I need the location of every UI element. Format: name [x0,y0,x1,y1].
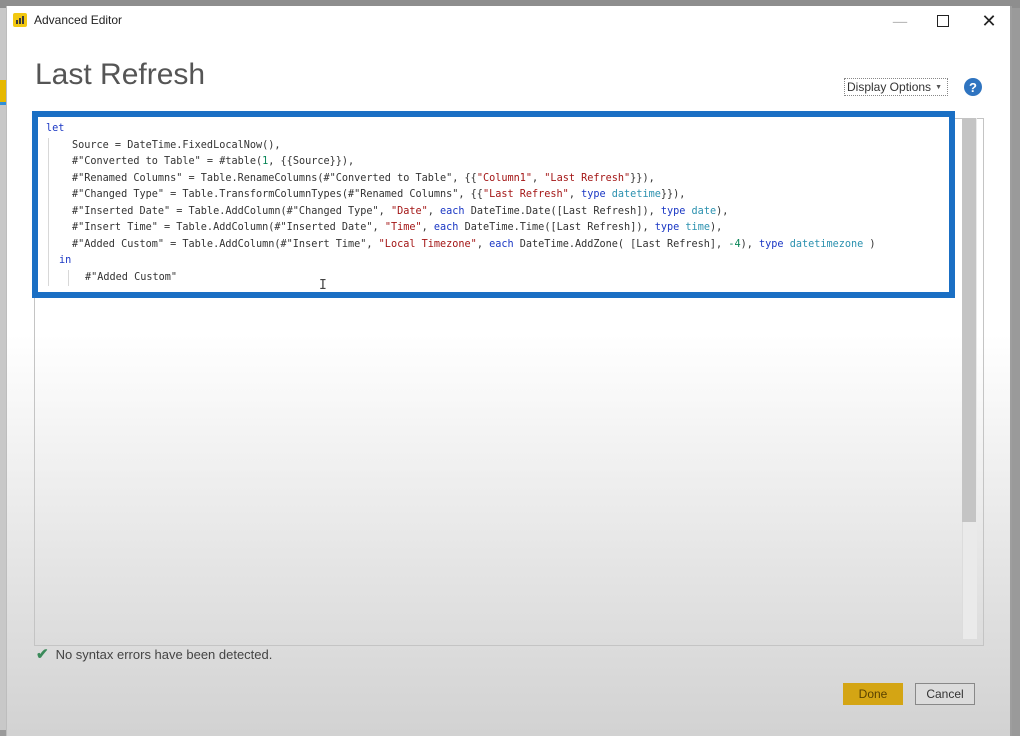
code-token: #"Converted to Table" = #table( [72,156,263,167]
indent-guide [48,236,49,253]
code-token: #"Added Custom" = Table.AddColumn(#"Inse… [72,238,379,250]
code-token: ), [716,205,729,217]
close-icon: ✕ [981,10,997,32]
code-token: type [581,189,606,200]
checkmark-icon: ✔ [36,646,49,663]
maximize-button[interactable] [928,10,958,32]
text-cursor-icon: I [319,278,327,293]
code-token: "Date" [390,205,428,217]
window-title: Advanced Editor [34,13,123,27]
code-token: #"Inserted Date" = Table.AddColumn(#"Cha… [72,205,391,217]
indent-guide [48,187,49,204]
close-button[interactable]: ✕ [974,10,1004,32]
title-bar: Advanced Editor — ✕ [7,6,1010,36]
code-token: #"Added Custom" [85,271,178,283]
code-token: ) [863,238,876,250]
code-line[interactable]: let [46,121,876,138]
code-token: in [59,255,72,266]
display-options-dropdown[interactable]: Display Options ▼ [844,78,948,96]
power-bi-icon [13,13,27,27]
editor-scrollbar-thumb[interactable] [962,118,976,522]
code-line[interactable]: in [46,253,876,270]
code-token: type [759,238,784,250]
code-token: DateTime.Date([Last Refresh]), [464,205,661,217]
code-token: }}), [630,172,655,184]
code-token: ), [709,222,723,233]
code-token: "Local Timezone" [378,238,477,250]
indent-guide [48,137,49,154]
indent-guide [48,253,49,270]
code-token: Source = DateTime.FixedLocalNow(), [72,139,281,151]
indent-guide [48,154,49,171]
code-token: each [433,222,459,233]
code-token: , {{Source}}), [268,156,355,167]
code-token: type [660,205,686,217]
code-token: }}), [660,189,686,200]
code-token: datetimezone [789,238,864,250]
code-token: "Column1" [476,172,533,184]
code-token: "Time" [384,222,422,233]
code-content[interactable]: let Source = DateTime.FixedLocalNow(), #"C… [46,121,876,286]
syntax-status: ✔ No syntax errors have been detected. [36,645,272,663]
display-options-label: Display Options [847,80,932,94]
code-token: #"Changed Type" = Table.TransformColumnT… [72,189,483,200]
code-line[interactable]: #"Renamed Columns" = Table.RenameColumns… [46,170,876,187]
code-token: ), [740,238,759,250]
cancel-button[interactable]: Cancel [915,683,975,705]
code-token: "Last Refresh" [482,189,569,200]
code-line[interactable]: #"Added Custom" [46,269,876,286]
indent-guide [48,220,49,237]
code-line[interactable]: Source = DateTime.FixedLocalNow(), [46,137,876,154]
code-token: each [440,205,465,217]
help-button[interactable]: ? [964,78,982,96]
code-token: let [46,123,65,134]
indent-guide [48,170,49,187]
query-name-title: Last Refresh [35,58,206,91]
maximize-icon [937,15,949,27]
code-token: type [654,222,680,233]
code-token: each [489,238,514,250]
code-line[interactable]: #"Added Custom" = Table.AddColumn(#"Inse… [46,236,876,253]
code-token: , [421,222,434,233]
code-token: datetime [611,189,661,200]
chevron-down-icon: ▼ [935,83,942,91]
code-token: DateTime.AddZone( [Last Refresh], [513,238,729,250]
code-line[interactable]: #"Converted to Table" = #table(1, {{Sour… [46,154,876,171]
code-token: #"Renamed Columns" = Table.RenameColumns… [72,172,477,184]
done-button[interactable]: Done [843,683,903,705]
indent-guide [48,203,49,220]
code-line[interactable]: #"Insert Time" = Table.AddColumn(#"Inser… [46,220,876,237]
indent-guide [68,269,69,286]
code-token: -4 [728,238,741,250]
code-token: , [568,189,582,200]
indent-guide [48,269,49,286]
code-line[interactable]: #"Inserted Date" = Table.AddColumn(#"Cha… [46,203,876,220]
code-token: , [532,172,545,184]
code-token: "Last Refresh" [544,172,631,184]
code-token: time [685,222,710,233]
code-line[interactable]: #"Changed Type" = Table.TransformColumnT… [46,187,876,204]
syntax-status-message: No syntax errors have been detected. [55,646,273,662]
help-icon: ? [969,79,977,95]
code-token: date [691,205,717,217]
code-token: , [476,238,490,250]
code-token: #"Insert Time" = Table.AddColumn(#"Inser… [72,222,385,233]
minimize-button[interactable]: — [885,10,915,32]
code-token: , [427,205,441,217]
minimize-icon: — [892,11,908,31]
code-token: DateTime.Time([Last Refresh]), [458,222,655,233]
